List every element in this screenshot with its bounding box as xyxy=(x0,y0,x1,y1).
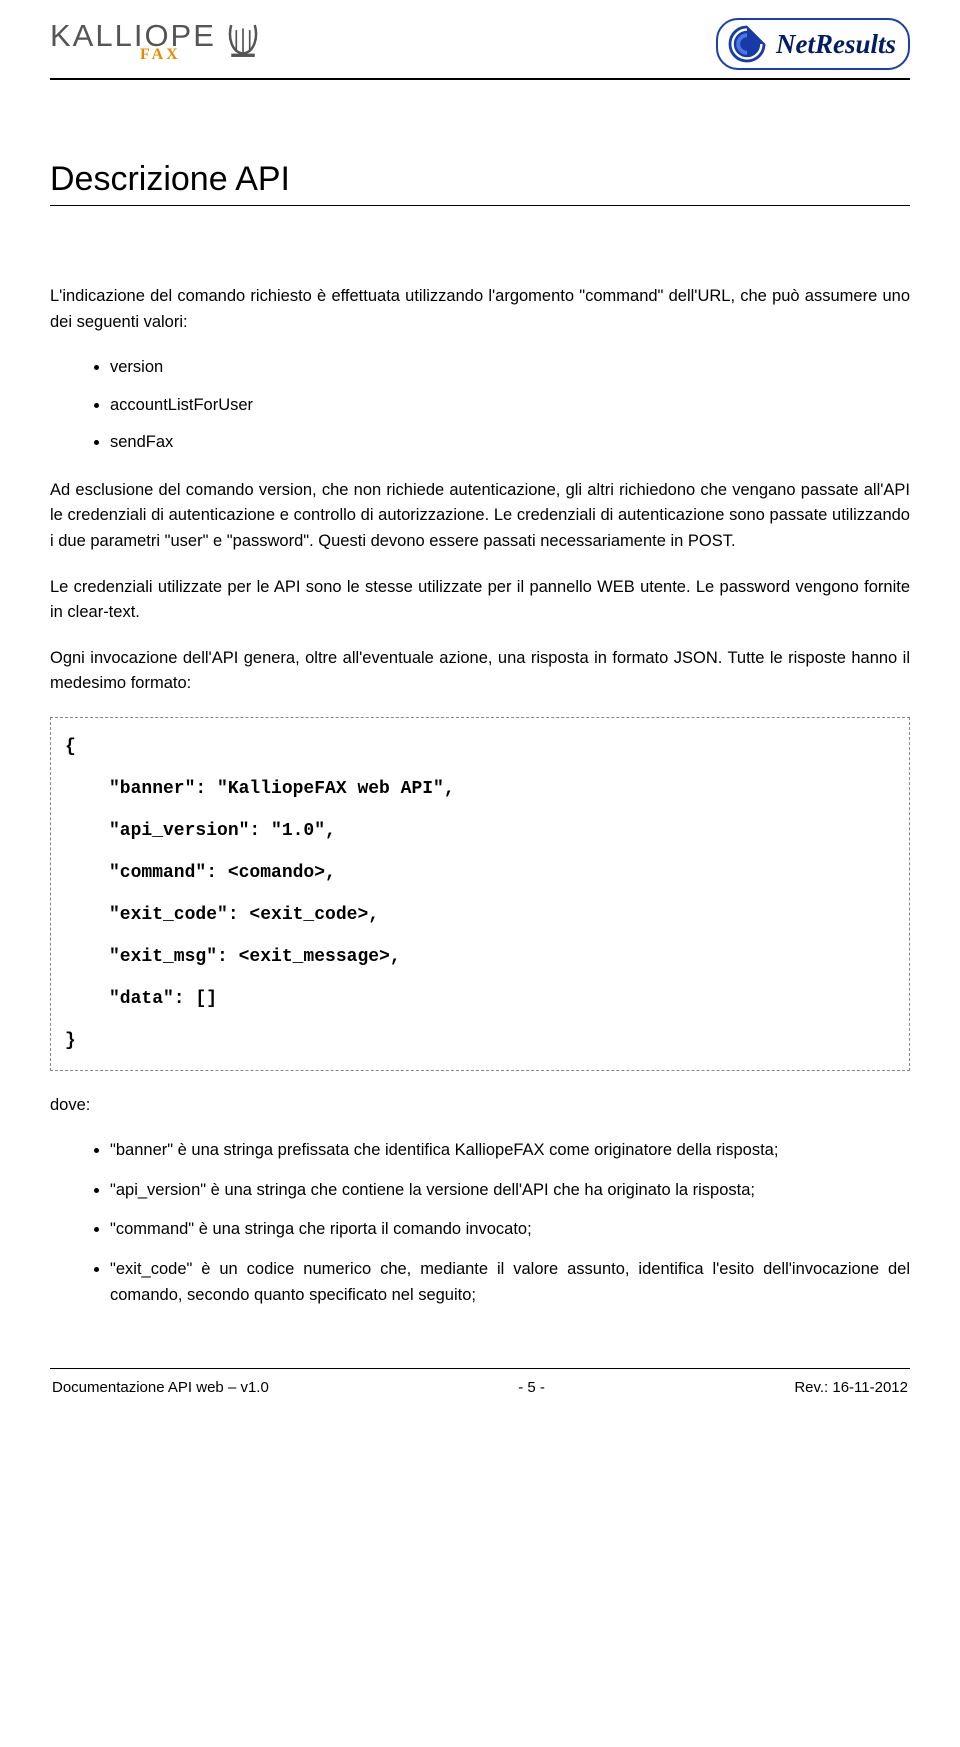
body-content: L'indicazione del comando richiesto è ef… xyxy=(50,284,910,1308)
page-footer: Documentazione API web – v1.0 - 5 - Rev.… xyxy=(50,1379,910,1396)
code-line: "exit_code": <exit_code>, xyxy=(61,906,899,924)
code-line: } xyxy=(61,1032,899,1050)
paragraph: Ogni invocazione dell'API genera, oltre … xyxy=(50,646,910,697)
code-line: { xyxy=(61,738,899,756)
lyre-icon xyxy=(226,20,260,62)
kalliope-logo: KALLIOPE FAX xyxy=(50,18,260,64)
json-code-block: { "banner": "KalliopeFAX web API", "api_… xyxy=(50,717,910,1071)
title-underline xyxy=(50,205,910,206)
code-line: "banner": "KalliopeFAX web API", xyxy=(61,780,899,798)
list-item: "command" è una stringa che riporta il c… xyxy=(110,1217,910,1243)
swirl-icon xyxy=(724,24,770,64)
list-item: accountListForUser xyxy=(110,393,910,419)
footer-right: Rev.: 16-11-2012 xyxy=(794,1379,908,1396)
header-divider xyxy=(50,78,910,80)
paragraph: L'indicazione del comando richiesto è ef… xyxy=(50,284,910,335)
dove-label: dove: xyxy=(50,1093,910,1119)
footer-divider xyxy=(50,1368,910,1369)
list-item: version xyxy=(110,355,910,381)
list-item: "api_version" è una stringa che contiene… xyxy=(110,1178,910,1204)
command-list: version accountListForUser sendFax xyxy=(50,355,910,456)
code-line: "command": <comando>, xyxy=(61,864,899,882)
kalliope-wordmark: KALLIOPE xyxy=(50,18,216,54)
list-item: "exit_code" è un codice numerico che, me… xyxy=(110,1257,910,1308)
code-line: "api_version": "1.0", xyxy=(61,822,899,840)
code-line: "data": [] xyxy=(61,990,899,1008)
netresults-wordmark: NetResults xyxy=(776,29,896,60)
footer-center: - 5 - xyxy=(518,1379,545,1396)
footer-left: Documentazione API web – v1.0 xyxy=(52,1379,269,1396)
code-line: "exit_msg": <exit_message>, xyxy=(61,948,899,966)
list-item: "banner" è una stringa prefissata che id… xyxy=(110,1138,910,1164)
list-item: sendFax xyxy=(110,430,910,456)
paragraph: Ad esclusione del comando version, che n… xyxy=(50,478,910,555)
netresults-logo: NetResults xyxy=(716,18,910,70)
page-header: KALLIOPE FAX NetResults xyxy=(50,18,910,70)
page-title: Descrizione API xyxy=(50,160,910,199)
explanation-list: "banner" è una stringa prefissata che id… xyxy=(50,1138,910,1308)
paragraph: Le credenziali utilizzate per le API son… xyxy=(50,575,910,626)
